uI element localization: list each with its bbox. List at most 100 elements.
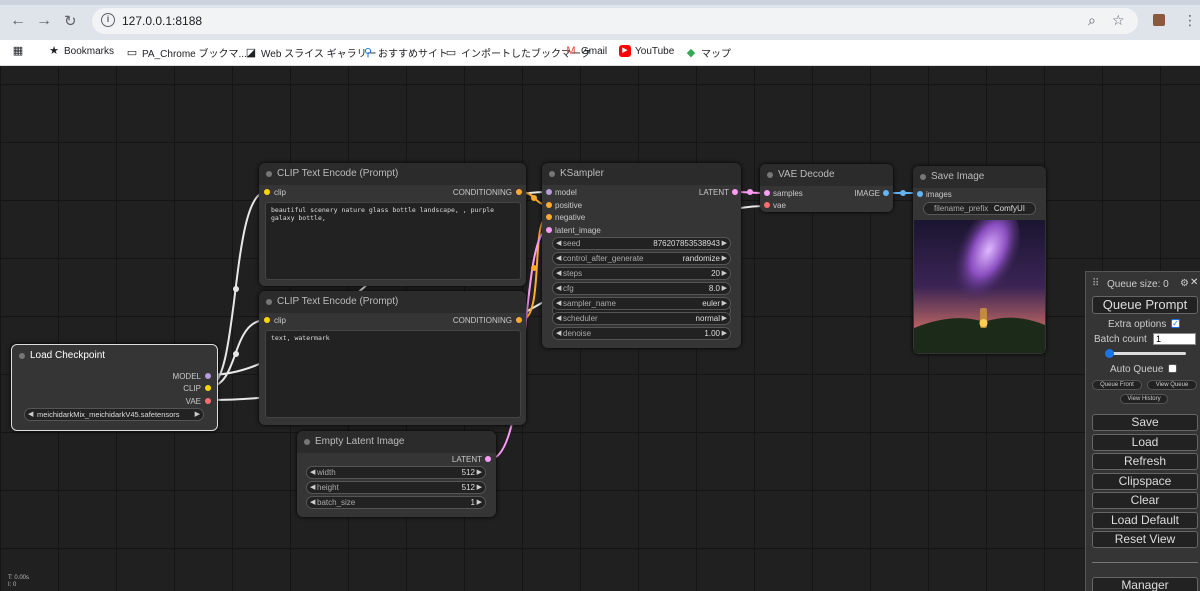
decrement-arrow-icon[interactable]: ◀	[310, 467, 315, 478]
auto-queue-checkbox[interactable]	[1168, 364, 1177, 373]
decrement-arrow-icon[interactable]: ◀	[556, 268, 561, 279]
input-slot-dot[interactable]	[764, 202, 770, 208]
input-slot-dot[interactable]	[546, 202, 552, 208]
node-title[interactable]: VAE Decode	[760, 164, 893, 186]
increment-arrow-icon[interactable]: ▶	[722, 313, 727, 324]
increment-arrow-icon[interactable]: ▶	[477, 467, 482, 478]
manager-button[interactable]: Manager	[1092, 577, 1198, 591]
width-widget[interactable]: ◀ width 512 ▶	[306, 466, 486, 479]
output-slot-dot[interactable]	[485, 456, 491, 462]
info-icon[interactable]: i	[101, 13, 115, 27]
output-slot-dot[interactable]	[205, 373, 211, 379]
load-default-button[interactable]: Load Default	[1092, 512, 1198, 529]
vae-decode-node[interactable]: VAE Decode samples vae IMAGE	[760, 164, 893, 212]
node-title[interactable]: KSampler	[542, 163, 741, 185]
batch-count-slider[interactable]	[1105, 349, 1186, 358]
sampler-name-widget[interactable]: ◀ sampler_name euler ▶	[552, 297, 731, 310]
input-slot-dot[interactable]	[546, 214, 552, 220]
input-slot-dot[interactable]	[546, 189, 552, 195]
output-slot-dot[interactable]	[205, 398, 211, 404]
bookmark-item[interactable]: ◪ Web スライス ギャラリー	[245, 45, 377, 61]
increment-arrow-icon[interactable]: ▶	[722, 298, 727, 309]
increment-arrow-icon[interactable]: ▶	[722, 238, 727, 249]
increment-arrow-icon[interactable]: ▶	[722, 253, 727, 264]
zoom-icon[interactable]: ⌕	[1088, 12, 1096, 29]
output-slot-dot[interactable]	[516, 317, 522, 323]
node-title[interactable]: Save Image	[913, 166, 1046, 188]
denoise-widget[interactable]: ◀ denoise 1.00 ▶	[552, 327, 731, 340]
output-slot-dot[interactable]	[205, 385, 211, 391]
bookmark-item[interactable]: ▶ YouTube	[619, 45, 674, 57]
menu-kebab-icon[interactable]: ⋮	[1183, 12, 1197, 29]
node-title[interactable]: Load Checkpoint	[12, 345, 217, 367]
decrement-arrow-icon[interactable]: ◀	[310, 482, 315, 493]
generated-image-preview[interactable]	[914, 220, 1045, 353]
input-slot-dot[interactable]	[764, 190, 770, 196]
reset-view-button[interactable]: Reset View	[1092, 531, 1198, 548]
scheduler-widget[interactable]: ◀ scheduler normal ▶	[552, 312, 731, 325]
clipspace-button[interactable]: Clipspace	[1092, 473, 1198, 490]
bookmark-item[interactable]: ★ Bookmarks	[48, 45, 114, 57]
input-slot-dot[interactable]	[264, 189, 270, 195]
apps-icon[interactable]: ▦	[12, 45, 24, 57]
filename-prefix-widget[interactable]: filename_prefix ComfyUI	[923, 202, 1036, 215]
output-slot-dot[interactable]	[516, 189, 522, 195]
node-title[interactable]: CLIP Text Encode (Prompt)	[259, 163, 526, 185]
view-history-button[interactable]: View History	[1120, 394, 1168, 404]
node-title[interactable]: CLIP Text Encode (Prompt)	[259, 291, 526, 313]
address-bar[interactable]: i 127.0.0.1:8188	[92, 8, 1138, 34]
decrement-arrow-icon[interactable]: ◀	[556, 238, 561, 249]
bookmark-item[interactable]: ▭ PA_Chrome ブックマ...	[126, 45, 247, 61]
star-icon[interactable]: ☆	[1112, 12, 1125, 29]
clear-button[interactable]: Clear	[1092, 492, 1198, 509]
bookmark-item[interactable]: ◆ マップ	[685, 45, 731, 61]
forward-icon[interactable]: →	[36, 12, 52, 30]
decrement-arrow-icon[interactable]: ◀	[310, 497, 315, 508]
extension-icon[interactable]	[1153, 14, 1165, 26]
cfg-widget[interactable]: ◀ cfg 8.0 ▶	[552, 282, 731, 295]
load-button[interactable]: Load	[1092, 434, 1198, 451]
settings-gear-icon[interactable]: ⚙	[1180, 278, 1189, 289]
drag-handle-icon[interactable]: ⠿	[1092, 278, 1099, 289]
queue-front-button[interactable]: Queue Front	[1092, 380, 1142, 390]
increment-arrow-icon[interactable]: ▶	[195, 409, 200, 420]
view-queue-button[interactable]: View Queue	[1147, 380, 1197, 390]
increment-arrow-icon[interactable]: ▶	[722, 328, 727, 339]
ckpt-name-widget[interactable]: ◀ meichidarkMix_meichidarkV45.safetensor…	[24, 408, 204, 421]
batch-size-widget[interactable]: ◀ batch_size 1 ▶	[306, 496, 486, 509]
increment-arrow-icon[interactable]: ▶	[722, 283, 727, 294]
close-icon[interactable]: ✕	[1190, 277, 1198, 288]
input-slot-dot[interactable]	[917, 191, 923, 197]
steps-widget[interactable]: ◀ steps 20 ▶	[552, 267, 731, 280]
input-slot-dot[interactable]	[264, 317, 270, 323]
refresh-button[interactable]: Refresh	[1092, 453, 1198, 470]
height-widget[interactable]: ◀ height 512 ▶	[306, 481, 486, 494]
clip-text-encode-negative-node[interactable]: CLIP Text Encode (Prompt) clip CONDITION…	[259, 291, 526, 425]
extra-options-checkbox[interactable]: ✓	[1171, 319, 1180, 328]
empty-latent-image-node[interactable]: Empty Latent Image LATENT ◀ width 512 ▶ …	[297, 431, 496, 517]
slider-thumb[interactable]	[1105, 349, 1114, 358]
batch-count-input[interactable]: 1	[1153, 333, 1196, 345]
output-slot-dot[interactable]	[732, 189, 738, 195]
load-checkpoint-node[interactable]: Load Checkpoint MODEL CLIP VAE ◀ meichid…	[11, 344, 218, 431]
save-button[interactable]: Save	[1092, 414, 1198, 431]
output-slot-dot[interactable]	[883, 190, 889, 196]
reload-icon[interactable]: ↻	[64, 12, 77, 30]
increment-arrow-icon[interactable]: ▶	[477, 497, 482, 508]
prompt-textarea[interactable]: text, watermark	[265, 330, 521, 418]
save-image-node[interactable]: Save Image images filename_prefix ComfyU…	[913, 166, 1046, 354]
decrement-arrow-icon[interactable]: ◀	[28, 409, 33, 420]
queue-prompt-button[interactable]: Queue Prompt	[1092, 296, 1198, 314]
graph-canvas[interactable]: CLIP Text Encode (Prompt) clip CONDITION…	[0, 66, 1200, 591]
decrement-arrow-icon[interactable]: ◀	[556, 283, 561, 294]
node-title[interactable]: Empty Latent Image	[297, 431, 496, 453]
control-after-generate-widget[interactable]: ◀ control_after_generate randomize ▶	[552, 252, 731, 265]
back-icon[interactable]: ←	[10, 12, 26, 30]
bookmark-item[interactable]: M Gmail	[565, 45, 607, 57]
decrement-arrow-icon[interactable]: ◀	[556, 328, 561, 339]
clip-text-encode-positive-node[interactable]: CLIP Text Encode (Prompt) clip CONDITION…	[259, 163, 526, 286]
decrement-arrow-icon[interactable]: ◀	[556, 253, 561, 264]
seed-widget[interactable]: ◀ seed 876207853538943 ▶	[552, 237, 731, 250]
decrement-arrow-icon[interactable]: ◀	[556, 313, 561, 324]
increment-arrow-icon[interactable]: ▶	[722, 268, 727, 279]
